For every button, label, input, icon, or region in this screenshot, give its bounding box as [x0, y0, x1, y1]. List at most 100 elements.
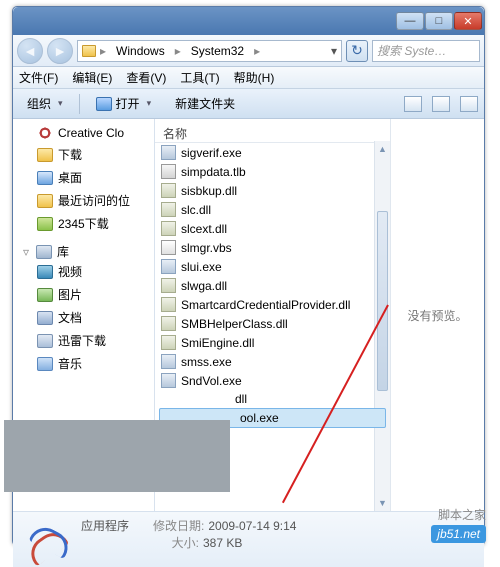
preview-pane-button[interactable] [432, 96, 450, 112]
sidebar-label: 桌面 [58, 169, 82, 186]
folder-icon [37, 217, 53, 231]
file-row[interactable]: slc.dll [155, 200, 390, 219]
sidebar-group-libraries[interactable]: ▿库 [15, 243, 152, 260]
sidebar-item-2345[interactable]: 2345下载 [15, 212, 152, 235]
library-icon [36, 245, 52, 259]
file-icon [161, 354, 176, 369]
file-row[interactable]: SndVol.exe [155, 371, 390, 390]
sidebar-label: 文档 [58, 309, 82, 326]
address-dropdown-icon[interactable]: ▾ [331, 44, 337, 58]
file-icon [161, 297, 176, 312]
sidebar-item-desktop[interactable]: 桌面 [15, 166, 152, 189]
sidebar-item-recent[interactable]: 最近访问的位 [15, 189, 152, 212]
file-type: 应用程序 [81, 519, 129, 533]
redaction-overlay [4, 420, 230, 492]
view-options-button[interactable] [404, 96, 422, 112]
sidebar-item-music[interactable]: 音乐 [15, 352, 152, 375]
sidebar-item-pictures[interactable]: 图片 [15, 283, 152, 306]
maximize-button[interactable]: □ [425, 12, 453, 30]
file-row[interactable]: sigverif.exe [155, 143, 390, 162]
file-icon [161, 278, 176, 293]
file-icon [161, 259, 176, 274]
folder-icon [82, 45, 96, 57]
file-name: SmiEngine.dll [181, 336, 254, 350]
forward-button[interactable]: ► [47, 38, 73, 64]
help-button[interactable] [460, 96, 478, 112]
minimize-button[interactable]: — [396, 12, 424, 30]
toolbar-sep [79, 94, 80, 114]
file-icon [161, 164, 176, 179]
file-name: SMBHelperClass.dll [181, 317, 288, 331]
size-value: 387 KB [203, 536, 242, 550]
menu-view[interactable]: 查看(V) [126, 69, 166, 86]
sidebar-label: 下载 [58, 146, 82, 163]
sidebar-label: 最近访问的位 [58, 192, 130, 209]
menu-tools[interactable]: 工具(T) [180, 69, 219, 86]
file-name: slc.dll [181, 203, 211, 217]
menu-file[interactable]: 文件(F) [19, 69, 58, 86]
pictures-icon [37, 288, 53, 302]
file-row[interactable]: slcext.dll [155, 219, 390, 238]
file-icon [161, 335, 176, 350]
menu-edit[interactable]: 编辑(E) [72, 69, 112, 86]
folder-icon [37, 194, 53, 208]
column-header-name[interactable]: 名称 [155, 121, 390, 143]
file-row[interactable]: SmiEngine.dll [155, 333, 390, 352]
file-icon [161, 183, 176, 198]
sidebar-item-creative-cloud[interactable]: Creative Clo [15, 123, 152, 143]
no-preview-text: 没有预览。 [407, 307, 467, 324]
sidebar-label: Creative Clo [58, 126, 124, 140]
date-value: 2009-07-14 9:14 [208, 519, 296, 533]
file-name: slwga.dll [181, 279, 227, 293]
open-label: 打开 [116, 95, 140, 112]
file-name: sisbkup.dll [181, 184, 237, 198]
sidebar-item-video[interactable]: 视频 [15, 260, 152, 283]
back-button[interactable]: ◄ [17, 38, 43, 64]
search-input[interactable]: 搜索 Syste… [372, 40, 480, 62]
file-name: slmgr.vbs [181, 241, 232, 255]
file-row[interactable]: simpdata.tlb [155, 162, 390, 181]
breadcrumb-windows[interactable]: Windows [110, 42, 171, 60]
watermark: jb51.net [431, 525, 486, 543]
size-label: 大小: [137, 535, 199, 552]
open-icon [96, 97, 112, 111]
titlebar[interactable]: — □ ✕ [13, 7, 484, 35]
file-row[interactable]: SmartcardCredentialProvider.dll [155, 295, 390, 314]
nav-bar: ◄ ► ▸ Windows ▸ System32 ▸ ▾ ↻ 搜索 Syste… [13, 35, 484, 67]
file-name: slcext.dll [181, 222, 227, 236]
folder-icon [37, 148, 53, 162]
file-icon [161, 202, 176, 217]
watermark-cn: 脚本之家 [438, 506, 486, 523]
close-button[interactable]: ✕ [454, 12, 482, 30]
collapse-icon[interactable]: ▿ [23, 245, 31, 259]
date-label: 修改日期: [142, 518, 204, 535]
file-row[interactable]: SMBHelperClass.dll [155, 314, 390, 333]
file-icon [161, 240, 176, 255]
address-bar[interactable]: ▸ Windows ▸ System32 ▸ ▾ [77, 40, 342, 62]
file-row-fragment[interactable]: dll [155, 390, 390, 408]
breadcrumb-system32[interactable]: System32 [185, 42, 250, 60]
file-row[interactable]: slmgr.vbs [155, 238, 390, 257]
file-row[interactable]: slui.exe [155, 257, 390, 276]
file-row[interactable]: slwga.dll [155, 276, 390, 295]
sidebar-label: 2345下载 [58, 215, 109, 232]
sidebar-item-downloads[interactable]: 下载 [15, 143, 152, 166]
file-name: dll [235, 392, 247, 406]
status-bar: 应用程序 修改日期: 2009-07-14 9:14 大小: 387 KB [13, 511, 484, 567]
new-folder-button[interactable]: 新建文件夹 [167, 92, 243, 115]
menu-help[interactable]: 帮助(H) [234, 69, 275, 86]
scroll-down-icon[interactable]: ▼ [375, 495, 390, 511]
sidebar-label: 视频 [58, 263, 82, 280]
sidebar-item-xunlei[interactable]: 迅雷下载 [15, 329, 152, 352]
snipping-tool-icon [23, 518, 67, 562]
file-icon [161, 145, 176, 160]
sidebar-item-documents[interactable]: 文档 [15, 306, 152, 329]
open-button[interactable]: 打开 [88, 92, 160, 115]
file-name: simpdata.tlb [181, 165, 246, 179]
organize-button[interactable]: 组织 [19, 92, 71, 115]
file-row[interactable]: sisbkup.dll [155, 181, 390, 200]
refresh-button[interactable]: ↻ [346, 40, 368, 62]
file-name: slui.exe [181, 260, 222, 274]
sidebar-label: 库 [57, 243, 69, 260]
creative-cloud-icon [37, 126, 53, 140]
